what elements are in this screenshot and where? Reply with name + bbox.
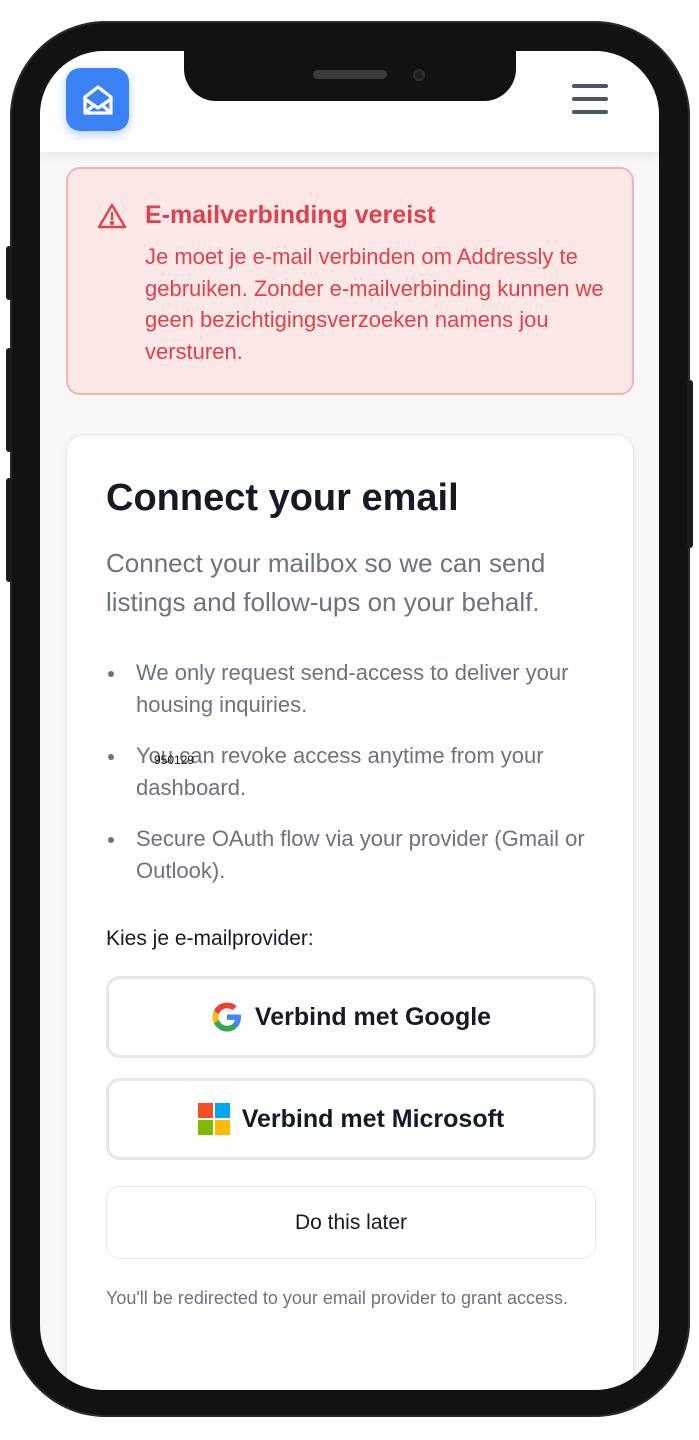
bullet-dot-icon [108,754,114,760]
list-item: Secure OAuth flow via your provider (Gma… [106,823,586,887]
connect-email-card: Connect your email Connect your mailbox … [66,434,634,1390]
connect-microsoft-label: Verbind met Microsoft [241,1104,505,1133]
list-item-text: We only request send-access to deliver y… [136,660,569,717]
app-screen: E-mailverbinding vereist Je moet je e-ma… [40,51,659,1390]
connect-google-button[interactable]: Verbind met Google [106,976,596,1058]
list-item-text: Secure OAuth flow via your provider (Gma… [136,826,585,883]
hamburger-menu-icon[interactable] [568,81,612,117]
front-camera [413,69,425,81]
phone-power-button [687,380,693,548]
email-required-alert: E-mailverbinding vereist Je moet je e-ma… [66,167,634,395]
phone-side-button [6,246,12,300]
do-this-later-button[interactable]: Do this later [106,1186,596,1259]
house-mail-icon[interactable] [66,68,129,131]
overlay-code: 950129 [154,753,195,767]
provider-label: Kies je e-mailprovider: [106,927,314,950]
card-title: Connect your email [106,477,459,519]
redirect-note: You'll be redirected to your email provi… [106,1288,569,1308]
bullet-dot-icon [108,671,114,677]
connect-microsoft-button[interactable]: Verbind met Microsoft [106,1078,596,1160]
list-item: You can revoke access anytime from your … [106,740,586,804]
bullet-dot-icon [108,837,114,843]
connect-google-label: Verbind met Google [254,1002,492,1031]
speaker-grille [313,70,387,79]
do-this-later-label: Do this later [294,1210,408,1234]
list-item: We only request send-access to deliver y… [106,657,586,721]
warning-triangle-icon [97,203,127,229]
phone-volume-down-button [6,478,12,582]
alert-title: E-mailverbinding vereist [145,201,436,229]
google-logo-icon [212,1002,241,1032]
list-item-text: You can revoke access anytime from your … [136,743,544,800]
feature-list: We only request send-access to deliver y… [106,657,586,906]
phone-notch [184,51,516,101]
alert-message: Je moet je e-mail verbinden om Addressly… [145,244,604,364]
phone-volume-up-button [6,348,12,452]
card-subtitle: Connect your mailbox so we can send list… [106,548,546,617]
microsoft-logo-icon [197,1103,230,1135]
